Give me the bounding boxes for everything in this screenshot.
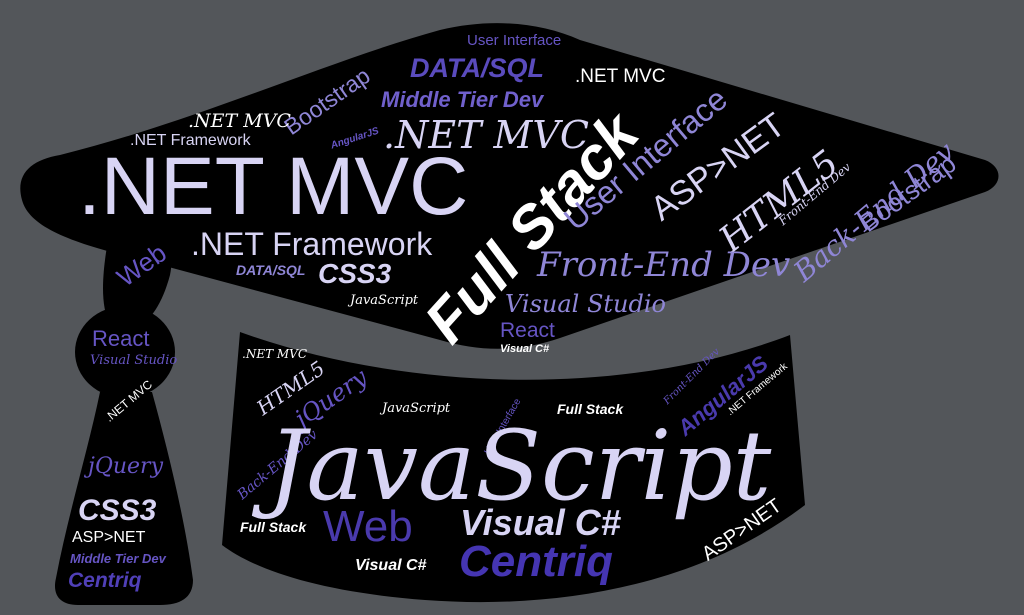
word-middle-tier-dev: Middle Tier Dev — [381, 87, 544, 112]
word-visual-csharp: Visual C# — [460, 502, 621, 543]
word-centriq: Centriq — [68, 569, 142, 592]
word-cloud-page: { "cloud": { "colors": { "background": "… — [0, 0, 1024, 615]
word-data-sql: DATA/SQL — [410, 53, 544, 83]
word-javascript: JavaScript — [350, 293, 419, 308]
word-net-mvc: .NET MVC — [242, 347, 308, 361]
word-react: React — [92, 326, 150, 351]
tassel-knot — [75, 306, 175, 398]
word-net-framework-large: .NET Framework — [191, 226, 433, 262]
word-centriq: Centriq — [459, 537, 613, 586]
word-visual-studio: Visual Studio — [90, 353, 178, 368]
word-javascript-large: JavaScript — [268, 410, 772, 522]
word-css3: CSS3 — [318, 258, 392, 289]
word-jquery: jQuery — [88, 454, 163, 479]
word-full-stack: Full Stack — [240, 519, 307, 535]
word-visual-csharp: Visual C# — [355, 557, 427, 574]
word-css3: CSS3 — [78, 494, 157, 527]
word-net-mvc-large: .NET MVC — [78, 141, 469, 232]
word-asp-net: ASP>NET — [72, 529, 146, 546]
word-data-sql: DATA/SQL — [236, 262, 306, 278]
word-net-mvc: .NET MVC — [188, 110, 291, 132]
word-visual-csharp: Visual C# — [500, 343, 550, 355]
word-visual-studio: Visual Studio — [505, 290, 667, 318]
word-front-end-dev: Front-End Dev — [537, 245, 791, 285]
word-user-interface: User Interface — [467, 32, 562, 49]
word-web: Web — [323, 502, 413, 551]
word-react: React — [500, 319, 555, 342]
word-middle-tier-dev: Middle Tier Dev — [70, 551, 166, 566]
word-net-mvc: .NET MVC — [575, 66, 666, 87]
